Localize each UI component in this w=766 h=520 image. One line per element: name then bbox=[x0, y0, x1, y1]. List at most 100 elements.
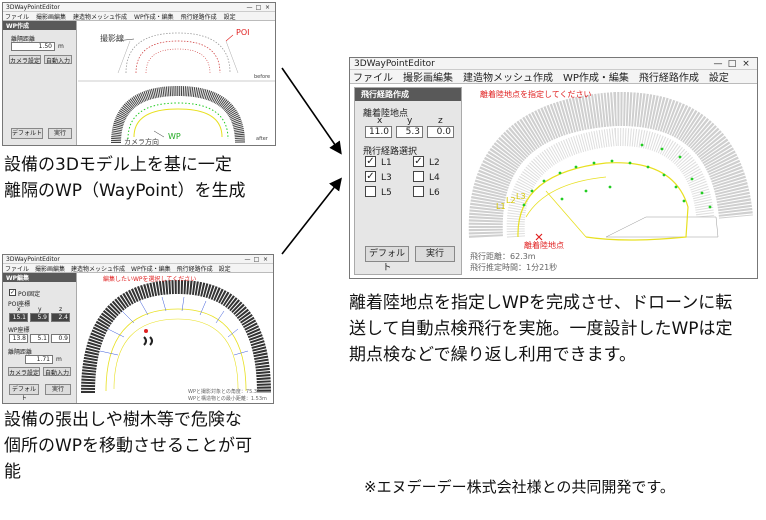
viewport[interactable]: 編集したいWPを選択してください WPと撮影対象との角度：75.3° WPと構造… bbox=[78, 273, 273, 403]
footnote: ※エヌデーデー株式会社様との共同開発です。 bbox=[364, 478, 675, 496]
menu-bar: ファイル 撮影画編集 建造物メッシュ作成 WP作成・編集 飛行経路作成 設定 bbox=[3, 12, 275, 21]
distance-input[interactable]: 1.50 bbox=[11, 42, 55, 51]
distance-unit: m bbox=[58, 43, 64, 50]
camera-settings-button[interactable]: カメラ設定 bbox=[8, 367, 40, 377]
poi-y-field[interactable]: 5.9 bbox=[30, 313, 49, 322]
distance-unit: m bbox=[56, 356, 62, 363]
camera-settings-button[interactable]: カメラ設定 bbox=[9, 55, 41, 65]
minimize-icon[interactable]: — bbox=[243, 256, 252, 263]
route-l2-label: L2 bbox=[429, 158, 440, 168]
default-button[interactable]: デフォルト bbox=[11, 128, 43, 139]
menu-route[interactable]: 飛行経路作成 bbox=[181, 12, 217, 21]
caption-wp-generate: 設備の3Dモデル上を基に一定 離隔のWP（WayPoint）を生成 bbox=[4, 152, 245, 204]
wp-x-field[interactable]: 13.8 bbox=[9, 334, 28, 343]
caption-line: 離隔のWP（WayPoint）を生成 bbox=[4, 181, 246, 201]
minimize-icon[interactable]: — bbox=[245, 4, 254, 11]
axis-x-label: x bbox=[377, 116, 383, 126]
route-l2-checkbox[interactable]: ✓ bbox=[413, 156, 424, 167]
close-icon[interactable]: × bbox=[739, 59, 753, 69]
run-button[interactable]: 実行 bbox=[45, 384, 71, 395]
caption-line: 離着陸地点を指定しWPを完成させ、ドローンに転 bbox=[349, 293, 733, 313]
menu-wp[interactable]: WP作成・編集 bbox=[134, 12, 174, 21]
poi-fixed-label: POI固定 bbox=[18, 291, 41, 298]
axis-y-label: y bbox=[407, 116, 413, 126]
notice-text: 離着陸地点を指定してください bbox=[480, 89, 592, 99]
menu-mesh[interactable]: 建造物メッシュ作成 bbox=[73, 12, 127, 21]
menu-photo-edit[interactable]: 撮影画編集 bbox=[403, 69, 453, 84]
route-tag-l3: L3 bbox=[516, 192, 526, 201]
menu-settings[interactable]: 設定 bbox=[219, 264, 231, 273]
menu-file[interactable]: ファイル bbox=[5, 12, 29, 21]
window-wp-edit: 3DWayPointEditor — □ × ファイル 撮影画編集 建造物メッシ… bbox=[2, 254, 274, 404]
route-l5-checkbox[interactable] bbox=[365, 186, 376, 197]
menu-photo-edit[interactable]: 撮影画編集 bbox=[36, 12, 66, 21]
viewport[interactable]: L1 L2 L3 離着陸地点 離着陸地点を指定してください 飛行距離：62.3m… bbox=[466, 87, 755, 275]
caption-line: 設備の張出しや樹木等で危険な bbox=[4, 410, 242, 430]
distance-input[interactable]: 1.71 bbox=[25, 355, 53, 364]
menu-wp[interactable]: WP作成・編集 bbox=[131, 264, 171, 273]
flight-time: 飛行推定時間：1分21秒 bbox=[470, 262, 557, 272]
axis-x-label: x bbox=[17, 306, 21, 313]
route-l3-checkbox[interactable]: ✓ bbox=[365, 171, 376, 182]
maximize-icon[interactable]: □ bbox=[252, 256, 261, 263]
title-bar: 3DWayPointEditor — □ × bbox=[3, 3, 275, 12]
close-icon[interactable]: × bbox=[263, 4, 272, 11]
tunnel-view: L1 L2 L3 離着陸地点 離着陸地点を指定してください 飛行距離：62.3m… bbox=[468, 89, 753, 272]
panel-title: 飛行経路作成 bbox=[355, 88, 461, 101]
default-button[interactable]: デフォルト bbox=[365, 246, 409, 273]
menu-mesh[interactable]: 建造物メッシュ作成 bbox=[71, 264, 125, 273]
auto-input-button[interactable]: 自動入力 bbox=[43, 367, 71, 377]
window-title: 3DWayPointEditor bbox=[354, 58, 435, 69]
window-title: 3DWayPointEditor bbox=[6, 3, 60, 11]
shot-line-label: 撮影線 bbox=[100, 33, 124, 43]
wp-y-field[interactable]: 5.1 bbox=[30, 334, 49, 343]
menu-route[interactable]: 飛行経路作成 bbox=[177, 264, 213, 273]
caption-line: 送して自動点検飛行を実施。一度設計したWPは定 bbox=[349, 319, 733, 339]
close-icon[interactable]: × bbox=[261, 256, 270, 263]
run-button[interactable]: 実行 bbox=[415, 246, 455, 262]
caption-line: 能 bbox=[4, 462, 21, 482]
caption-route-complete: 離着陸地点を指定しWPを完成させ、ドローンに転 送して自動点検飛行を実施。一度設… bbox=[349, 290, 733, 368]
run-button[interactable]: 実行 bbox=[48, 128, 72, 139]
landing-point-tag: 離着陸地点 bbox=[524, 240, 564, 250]
landing-z-field[interactable]: 0.0 bbox=[427, 126, 454, 138]
menu-photo-edit[interactable]: 撮影画編集 bbox=[35, 264, 65, 273]
landing-y-field[interactable]: 5.3 bbox=[396, 126, 423, 138]
distance-info: WPと構造物との最小距離：1.53m bbox=[188, 395, 267, 402]
title-bar: 3DWayPointEditor — □ × bbox=[3, 255, 273, 264]
auto-input-button[interactable]: 自動入力 bbox=[44, 55, 72, 65]
menu-bar: ファイル 撮影画編集 建造物メッシュ作成 WP作成・編集 飛行経路作成 設定 bbox=[350, 70, 757, 84]
before-label: before bbox=[254, 74, 270, 80]
route-l1-checkbox[interactable]: ✓ bbox=[365, 156, 376, 167]
maximize-icon[interactable]: □ bbox=[254, 4, 263, 11]
window-route-create: 3DWayPointEditor — □ × ファイル 撮影画編集 建造物メッシ… bbox=[349, 57, 758, 279]
menu-mesh[interactable]: 建造物メッシュ作成 bbox=[463, 69, 553, 84]
default-button[interactable]: デフォルト bbox=[9, 384, 39, 402]
menu-settings[interactable]: 設定 bbox=[709, 69, 729, 84]
menu-route[interactable]: 飛行経路作成 bbox=[639, 69, 699, 84]
wp-label: WP bbox=[168, 132, 181, 141]
landing-x-field[interactable]: 11.0 bbox=[365, 126, 392, 138]
flight-distance: 飛行距離：62.3m bbox=[470, 251, 536, 261]
menu-wp[interactable]: WP作成・編集 bbox=[563, 69, 629, 84]
route-l4-checkbox[interactable] bbox=[413, 171, 424, 182]
flow-arrows bbox=[281, 67, 342, 255]
route-l6-checkbox[interactable] bbox=[413, 186, 424, 197]
panel-title: WP編集 bbox=[3, 273, 76, 282]
poi-fixed-checkbox[interactable]: ✓ bbox=[9, 289, 16, 296]
angle-info: WPと撮影対象との角度：75.3° bbox=[188, 388, 260, 395]
poi-z-field[interactable]: 2.4 bbox=[51, 313, 70, 322]
window-wp-create: 3DWayPointEditor — □ × ファイル 撮影画編集 建造物メッシ… bbox=[2, 2, 276, 146]
panel-title: WP作成 bbox=[3, 21, 76, 30]
wp-z-field[interactable]: 0.9 bbox=[51, 334, 70, 343]
menu-settings[interactable]: 設定 bbox=[224, 12, 236, 21]
maximize-icon[interactable]: □ bbox=[725, 59, 739, 69]
axis-y-label: y bbox=[38, 306, 42, 313]
tunnel-view: 編集したいWPを選択してください WPと撮影対象との角度：75.3° WPと構造… bbox=[81, 275, 271, 402]
minimize-icon[interactable]: — bbox=[711, 59, 725, 69]
arrow-top bbox=[281, 67, 342, 155]
viewport[interactable]: 撮影線 POI before WP カメラ方向 after bbox=[78, 21, 275, 145]
poi-x-field[interactable]: 15.1 bbox=[9, 313, 28, 322]
caption-wp-move: 設備の張出しや樹木等で危険な 個所のWPを移動させることが可 能 bbox=[4, 407, 252, 485]
menu-file[interactable]: ファイル bbox=[5, 264, 29, 273]
